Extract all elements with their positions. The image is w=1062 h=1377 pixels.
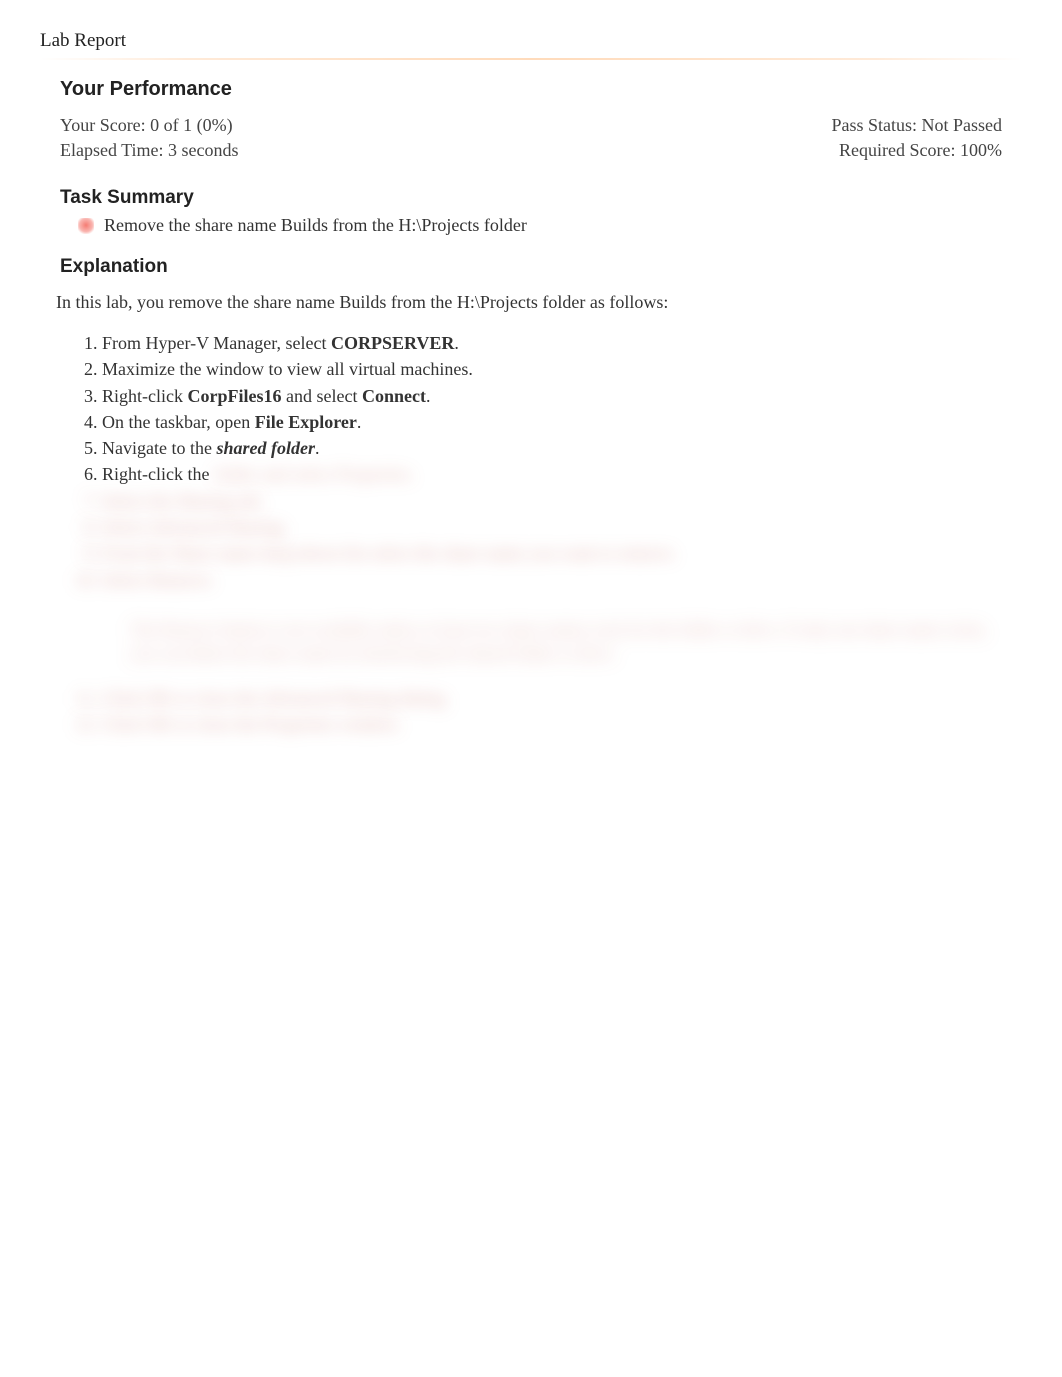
- step-mid: and select: [281, 386, 361, 406]
- step-suffix: .: [315, 438, 320, 458]
- page-title: Lab Report: [40, 30, 1022, 52]
- step-suffix: .: [454, 333, 459, 353]
- step-text: On the taskbar, open: [102, 412, 255, 432]
- step-suffix: .: [426, 386, 431, 406]
- step-5: Navigate to the shared folder.: [102, 436, 1002, 460]
- perf-row-2: Elapsed Time: 3 seconds Required Score: …: [60, 140, 1002, 161]
- task-summary-heading: Task Summary: [60, 187, 1002, 209]
- step-11-blurred: Click OK to close the Advanced Sharing d…: [102, 686, 1002, 710]
- fail-status-icon: [78, 218, 94, 234]
- step-bolditalic: shared folder: [216, 438, 315, 458]
- step-bold: CorpFiles16: [187, 386, 281, 406]
- explanation-intro: In this lab, you remove the share name B…: [56, 292, 1002, 313]
- elapsed-time-label: Elapsed Time: 3 seconds: [60, 140, 239, 161]
- step-12-blurred: Click OK to close the Properties window.: [102, 712, 1002, 736]
- performance-heading: Your Performance: [60, 78, 1002, 101]
- step-text: From Hyper-V Manager, select: [102, 333, 331, 353]
- required-score-label: Required Score: 100%: [839, 140, 1002, 161]
- steps-list-2: Click OK to close the Advanced Sharing d…: [102, 686, 1002, 737]
- task-item: Remove the share name Builds from the H:…: [60, 215, 1002, 236]
- step-text: Right-click the: [102, 464, 214, 484]
- score-label: Your Score: 0 of 1 (0%): [60, 115, 233, 136]
- step-4: On the taskbar, open File Explorer.: [102, 410, 1002, 434]
- step-9-blurred: From the Share name drop-down list selec…: [102, 541, 1002, 565]
- step-1: From Hyper-V Manager, select CORPSERVER.: [102, 331, 1002, 355]
- step-10-blurred: Select Remove.: [102, 568, 1002, 592]
- step-8-blurred: Select Advanced Sharing.: [102, 515, 1002, 539]
- performance-block: Your Score: 0 of 1 (0%) Pass Status: Not…: [60, 115, 1002, 161]
- note-blurred: The Remove button is not available unles…: [130, 612, 1002, 672]
- step-6: Right-click the folder and select Proper…: [102, 462, 1002, 486]
- step-7-blurred: Select the Sharing tab.: [102, 489, 1002, 513]
- task-text: Remove the share name Builds from the H:…: [104, 215, 527, 236]
- step-bold2: Connect: [362, 386, 426, 406]
- steps-list: From Hyper-V Manager, select CORPSERVER.…: [102, 331, 1002, 592]
- divider: [40, 58, 1022, 60]
- content-area: Your Performance Your Score: 0 of 1 (0%)…: [40, 78, 1022, 736]
- step-text: Right-click: [102, 386, 187, 406]
- step-2: Maximize the window to view all virtual …: [102, 357, 1002, 381]
- lab-report-page: Lab Report Your Performance Your Score: …: [0, 0, 1062, 778]
- explanation-heading: Explanation: [60, 256, 1002, 278]
- step-text: Navigate to the: [102, 438, 216, 458]
- step-text: Maximize the window to view all virtual …: [102, 359, 473, 379]
- step-bold: File Explorer: [255, 412, 357, 432]
- step-suffix: .: [357, 412, 362, 432]
- blurred-text: folder and select Properties.: [214, 464, 415, 484]
- step-bold: CORPSERVER: [331, 333, 454, 353]
- step-3: Right-click CorpFiles16 and select Conne…: [102, 384, 1002, 408]
- perf-row-1: Your Score: 0 of 1 (0%) Pass Status: Not…: [60, 115, 1002, 136]
- pass-status-label: Pass Status: Not Passed: [831, 115, 1002, 136]
